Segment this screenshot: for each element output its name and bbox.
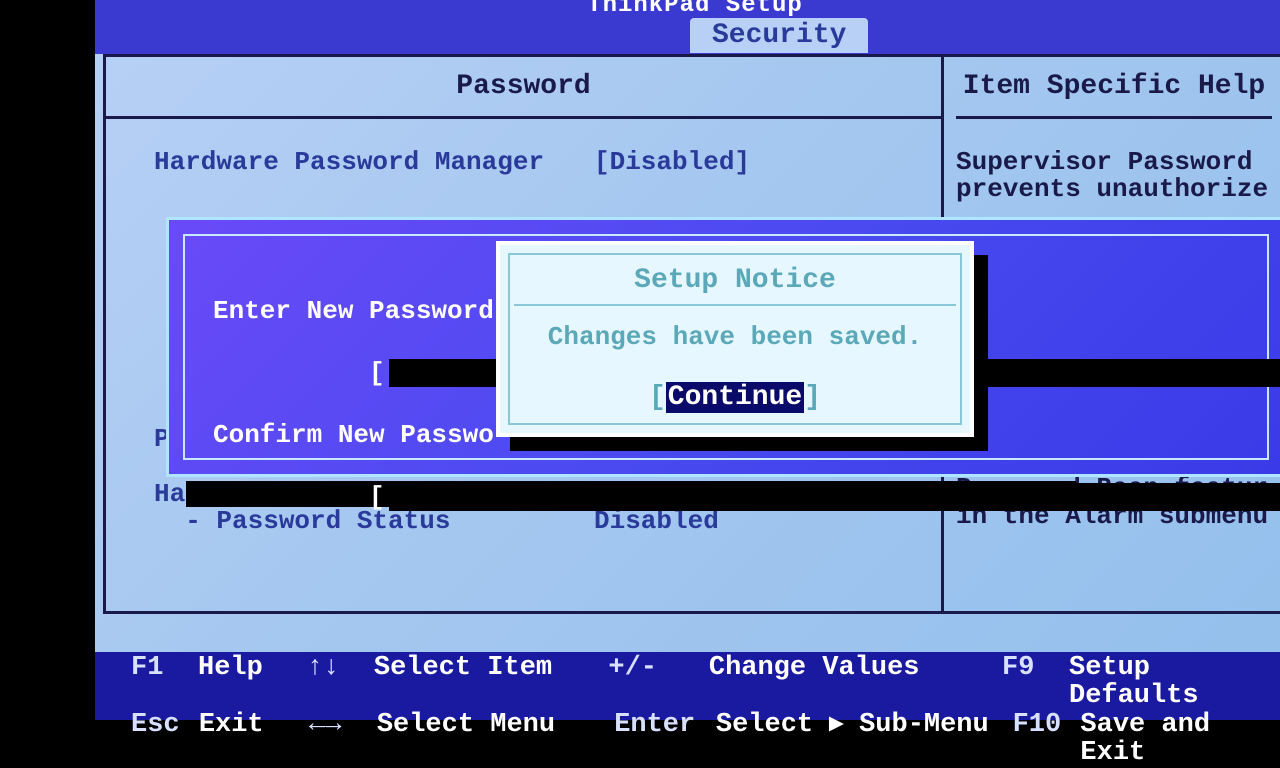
dialog-message: Changes have been saved.: [510, 306, 960, 352]
key-label-save-exit: Save and Exit: [1080, 711, 1259, 768]
setting-label: Hardware Password Manager: [154, 149, 594, 176]
app-title: ThinkPad Setup: [95, 0, 1280, 18]
setup-notice-dialog: Setup Notice Changes have been saved. [C…: [496, 241, 974, 437]
key-plusminus: +/-: [608, 654, 709, 711]
dialog-title: Setup Notice: [514, 255, 956, 306]
setting-value: [Disabled]: [594, 149, 893, 176]
key-label-exit: Exit: [199, 711, 309, 768]
confirm-new-password-input[interactable]: [389, 483, 1280, 511]
tab-security[interactable]: Security: [690, 18, 868, 53]
key-label-select-menu: Select Menu: [377, 711, 614, 768]
key-f9: F9: [1002, 654, 1069, 711]
dialog-button-row: [Continue]: [510, 382, 960, 413]
key-label-setup-defaults: Setup Defaults: [1069, 654, 1259, 711]
bracket-open: [: [369, 482, 385, 512]
bios-screen: ThinkPad Setup Security Password Hardwar…: [95, 0, 1280, 720]
left-header: Password: [106, 57, 941, 119]
bracket-close: ]: [804, 382, 821, 413]
bracket-open: [: [369, 358, 385, 388]
key-updown: ↑↓: [307, 654, 374, 711]
continue-button[interactable]: Continue: [666, 382, 804, 413]
key-label-select-submenu: Select ▸ Sub-Menu: [716, 711, 1013, 768]
bracket-open: [: [649, 382, 666, 413]
footer-help-bar: F1 Help ↑↓ Select Item +/- Change Values…: [95, 652, 1280, 720]
setting-hw-pw-mgr[interactable]: Hardware Password Manager [Disabled]: [154, 149, 893, 176]
confirm-new-password-field-row: []: [213, 452, 1239, 542]
key-label-change-values: Change Values: [709, 654, 1002, 711]
key-leftright: ←→: [309, 711, 377, 768]
key-label-help: Help: [198, 654, 307, 711]
tab-row: Security: [95, 18, 1280, 54]
key-f10: F10: [1013, 711, 1081, 768]
key-label-select-item: Select Item: [374, 654, 609, 711]
help-line: Supervisor Password: [956, 149, 1272, 176]
key-esc: Esc: [131, 711, 199, 768]
right-header: Item Specific Help: [956, 57, 1272, 119]
help-line: prevents unauthorize: [956, 176, 1272, 203]
key-f1: F1: [131, 654, 198, 711]
content-frame: Password Hardware Password Manager [Disa…: [103, 54, 1280, 614]
key-enter: Enter: [614, 711, 716, 768]
